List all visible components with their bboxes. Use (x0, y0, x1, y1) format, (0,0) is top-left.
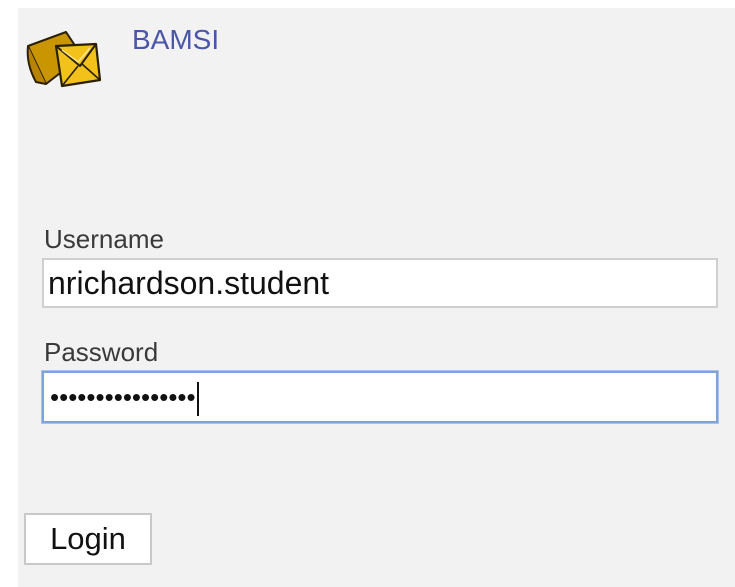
login-button[interactable]: Login (24, 513, 152, 565)
app-title-link[interactable]: BAMSI (132, 24, 219, 56)
username-field[interactable] (42, 258, 718, 308)
gold-mail-logo-icon (26, 31, 102, 88)
password-field[interactable]: •••••••••••••••• (42, 371, 718, 423)
password-label: Password (44, 337, 159, 367)
password-masked-value: •••••••••••••••• (50, 382, 199, 416)
username-label: Username (44, 224, 164, 254)
text-caret (196, 382, 199, 416)
